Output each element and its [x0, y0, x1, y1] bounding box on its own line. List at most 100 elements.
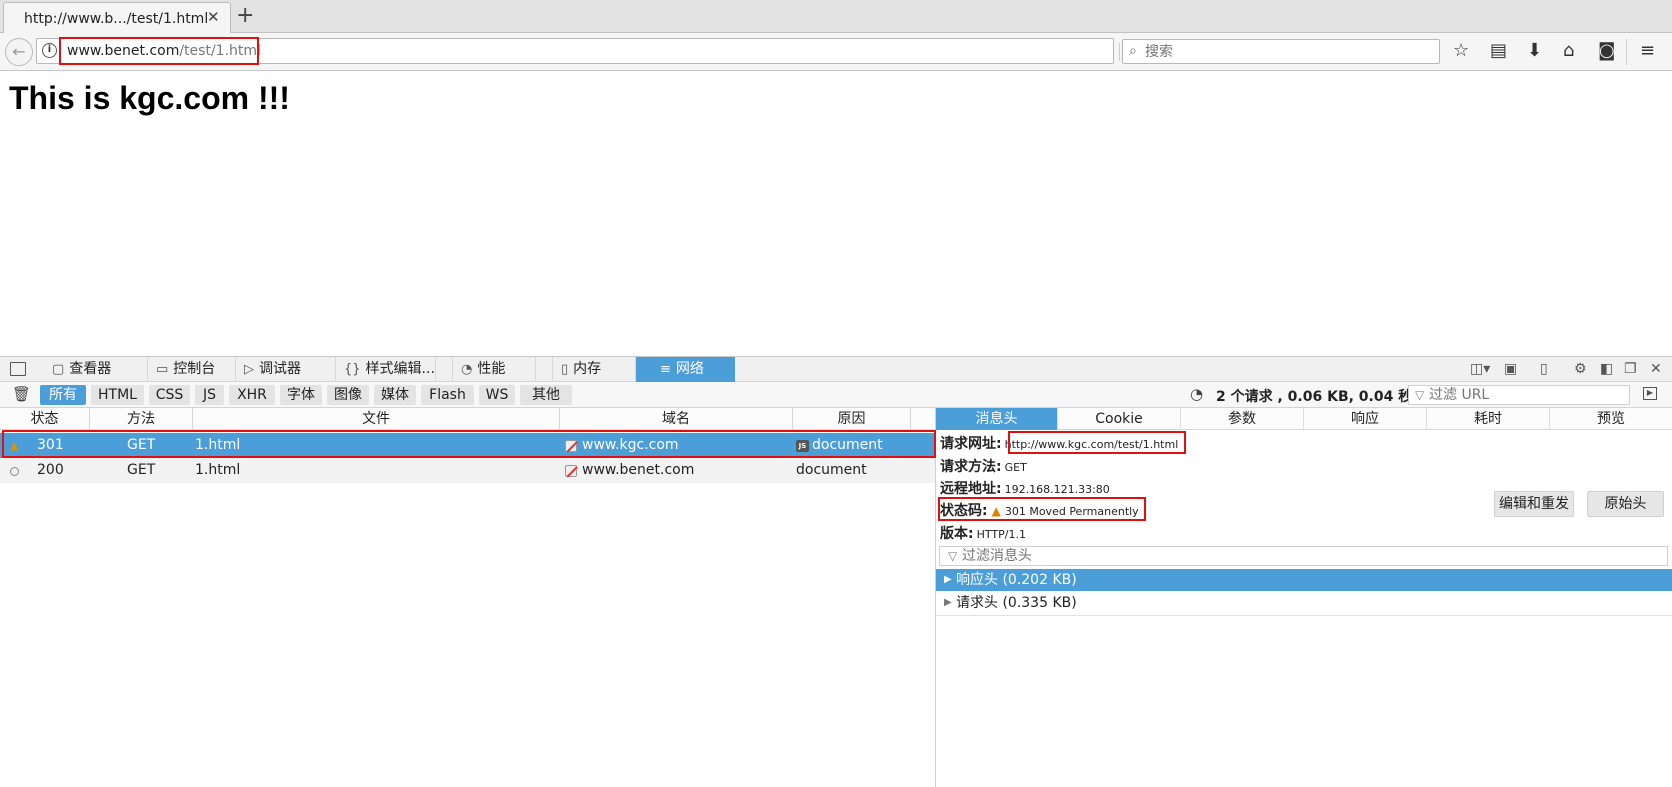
tool-memory[interactable]: ▯ 内存 — [552, 357, 636, 382]
close-devtools-icon[interactable]: ✕ — [1650, 361, 1662, 377]
back-arrow-icon[interactable]: ← — [5, 38, 33, 66]
download-arrow-icon[interactable]: ⬇ — [1527, 41, 1542, 61]
http-version-label: 版本: — [940, 526, 974, 542]
url-highlight-box — [59, 37, 259, 65]
responsive-mode-icon[interactable]: ▯ — [1540, 361, 1548, 377]
debugger-icon: ▷ — [244, 362, 254, 377]
network-filter-bar: 🗑 所有 HTML CSS JS XHR 字体 图像 媒体 Flash WS 其… — [0, 382, 1672, 408]
url-filter-box[interactable]: ▽ — [1408, 385, 1630, 405]
url-separator — [1119, 43, 1120, 61]
status-code-highlight-box — [938, 497, 1146, 521]
devtools-toolbar: ▢ 查看器 ▭ 控制台 ▷ 调试器 {} 样式编辑... ◔ 性能 ▯ 内存 ≡ 网络 ◫▾ … — [0, 357, 1672, 382]
dock-side-icon[interactable]: ◧ — [1600, 361, 1613, 377]
response-headers-section[interactable]: ▶ 响应头 (0.202 KB) — [936, 569, 1672, 591]
tab-response[interactable]: 响应 — [1304, 408, 1427, 430]
search-icon: ⌕ — [1129, 43, 1137, 59]
layout-toggle-icon[interactable]: ◫▾ — [1470, 361, 1490, 377]
request-url-label: 请求网址: — [940, 436, 1002, 452]
filter-all[interactable]: 所有 — [40, 385, 86, 405]
section-divider — [936, 615, 1672, 616]
request-headers-section[interactable]: ▶ 请求头 (0.335 KB) — [936, 592, 1672, 614]
request-method-line: 请求方法: GET — [940, 456, 1027, 476]
hamburger-menu-icon[interactable]: ≡ — [1640, 41, 1655, 61]
trash-icon[interactable]: 🗑 — [12, 385, 31, 403]
filter-js[interactable]: JS — [195, 385, 224, 405]
network-icon: ≡ — [660, 362, 671, 377]
tab-title: http://www.b.../test/1.html — [24, 11, 209, 27]
tool-performance[interactable]: ◔ 性能 — [452, 357, 536, 382]
memory-icon: ▯ — [561, 362, 569, 377]
request-table-header: 状态 方法 文件 域名 原因 — [0, 408, 935, 430]
filter-flash[interactable]: Flash — [421, 385, 474, 405]
home-icon[interactable]: ⌂ — [1563, 41, 1574, 61]
tool-debugger[interactable]: ▷ 调试器 — [236, 357, 336, 382]
console-icon: ▭ — [156, 362, 169, 377]
column-status[interactable]: 状态 — [0, 408, 90, 430]
pocket-icon[interactable]: ◙ — [1598, 41, 1615, 61]
remote-address-value: 192.168.121.33:80 — [1004, 483, 1110, 496]
element-picker-icon[interactable] — [10, 362, 26, 376]
info-icon[interactable]: i — [42, 43, 57, 58]
tool-console[interactable]: ▭ 控制台 — [148, 357, 236, 382]
close-tab-icon[interactable]: ✕ — [207, 8, 220, 26]
row-status: 200 — [37, 462, 64, 478]
filter-images[interactable]: 图像 — [327, 385, 369, 405]
reading-list-icon[interactable]: ▤ — [1490, 41, 1507, 61]
tab-timings[interactable]: 耗时 — [1427, 408, 1550, 430]
request-method-value: GET — [1004, 461, 1027, 474]
row-cause: document — [796, 462, 867, 478]
filter-funnel-icon: ▽ — [948, 549, 958, 563]
filter-xhr[interactable]: XHR — [229, 385, 275, 405]
row-method: GET — [127, 462, 156, 478]
column-file[interactable]: 文件 — [193, 408, 560, 430]
column-domain[interactable]: 域名 — [560, 408, 793, 430]
status-circle-icon — [10, 467, 19, 476]
table-row[interactable]: 200 GET 1.html www.benet.com document — [0, 458, 935, 483]
request-summary: 2 个请求 , 0.06 KB, 0.04 秒 — [1216, 389, 1413, 405]
filter-html[interactable]: HTML — [91, 385, 144, 405]
expand-triangle-icon: ▶ — [944, 574, 952, 585]
tab-cookies[interactable]: Cookie — [1058, 408, 1181, 430]
http-version-value: HTTP/1.1 — [976, 528, 1026, 541]
filter-css[interactable]: CSS — [149, 385, 190, 405]
expand-triangle-icon: ▶ — [944, 597, 952, 608]
settings-gear-icon[interactable]: ⚙ — [1574, 361, 1587, 377]
request-headers-label: 请求头 (0.335 KB) — [956, 595, 1077, 611]
tab-headers[interactable]: 消息头 — [936, 408, 1058, 430]
edit-resend-button[interactable]: 编辑和重发 — [1494, 491, 1574, 517]
column-method[interactable]: 方法 — [90, 408, 193, 430]
insecure-connection-icon — [565, 465, 577, 477]
tool-inspector[interactable]: ▢ 查看器 — [44, 357, 148, 382]
split-console-icon[interactable]: ▣ — [1504, 361, 1517, 377]
filter-ws[interactable]: WS — [479, 385, 515, 405]
column-cause[interactable]: 原因 — [793, 408, 911, 430]
raw-headers-button[interactable]: 原始头 — [1587, 491, 1664, 517]
toolbar-separator — [1626, 39, 1627, 65]
remote-address-line: 远程地址: 192.168.121.33:80 — [940, 478, 1110, 498]
response-headers-label: 响应头 (0.202 KB) — [956, 572, 1077, 588]
performance-analysis-icon[interactable]: ◔ — [1190, 385, 1203, 403]
row-domain: www.benet.com — [582, 462, 695, 478]
tab-preview[interactable]: 预览 — [1550, 408, 1672, 430]
filter-media[interactable]: 媒体 — [374, 385, 416, 405]
tool-style-editor[interactable]: {} 样式编辑... — [336, 357, 436, 382]
page-heading: This is kgc.com !!! — [9, 80, 290, 116]
tab-params[interactable]: 参数 — [1181, 408, 1304, 430]
browser-tab[interactable]: http://www.b.../test/1.html ✕ — [3, 2, 231, 34]
filter-other[interactable]: 其他 — [520, 385, 572, 405]
url-filter-input[interactable] — [1429, 387, 1625, 403]
headers-filter-box[interactable]: ▽ — [939, 546, 1668, 566]
search-bar[interactable]: ⌕ — [1122, 39, 1440, 64]
tool-network[interactable]: ≡ 网络 — [636, 357, 735, 382]
toggle-sidebar-icon[interactable]: ▶ — [1643, 387, 1657, 400]
undock-window-icon[interactable]: ❐ — [1624, 361, 1637, 377]
filter-fonts[interactable]: 字体 — [280, 385, 322, 405]
new-tab-icon[interactable]: + — [236, 3, 254, 29]
request-method-label: 请求方法: — [940, 459, 1002, 475]
tab-strip: http://www.b.../test/1.html ✕ + — [0, 0, 1672, 34]
bookmark-star-icon[interactable]: ☆ — [1453, 41, 1469, 61]
row-highlight-box — [2, 430, 936, 458]
remote-address-label: 远程地址: — [940, 481, 1002, 497]
search-input[interactable] — [1145, 42, 1435, 61]
headers-filter-input[interactable] — [962, 548, 1652, 564]
